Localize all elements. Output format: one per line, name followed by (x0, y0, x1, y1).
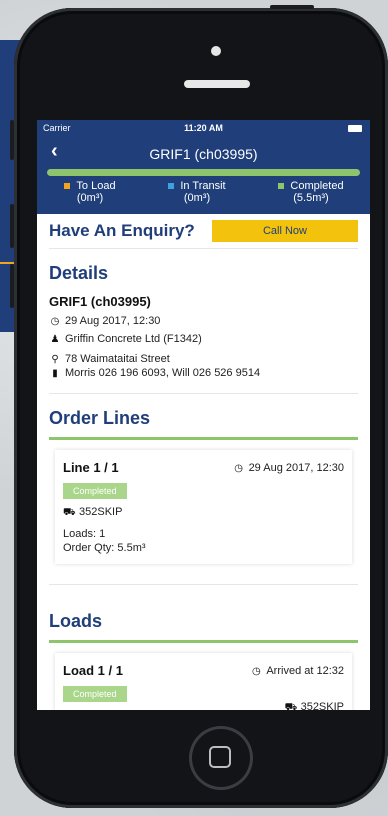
clock-icon: ◷ (251, 666, 261, 677)
volume-up-button (10, 120, 14, 160)
enquiry-title: Have An Enquiry? (49, 221, 195, 240)
load-card[interactable]: Load 1 / 1 ◷ Arrived at 12:32 Completed ⛟… (55, 653, 352, 710)
page-title: GRIF1 (ch03995) (149, 146, 258, 162)
enquiry-row: Have An Enquiry? Call Now (49, 214, 358, 249)
legend-in-transit: In Transit (0m³) (157, 180, 237, 204)
truck-icon: ⛟ (63, 507, 76, 518)
legend-to-load: To Load (0m³) (55, 180, 125, 204)
legend-completed-value: (5.5m³) (293, 192, 329, 204)
divider (49, 393, 358, 394)
volume-down-button (10, 204, 14, 248)
details-contacts: Morris 026 196 6093, Will 026 526 9514 (65, 367, 261, 379)
order-lines-title: Order Lines (49, 408, 151, 428)
clock-icon: ◷ (50, 316, 60, 327)
top-bar: Carrier 11:20 AM ‹ GRIF1 (ch03995) To Lo… (37, 120, 370, 214)
details-company: Griffin Concrete Ltd (F1342) (65, 333, 202, 345)
battery-icon (348, 125, 362, 132)
order-line-vehicle-row: ⛟ 352SKIP (63, 506, 344, 520)
load-arrived: Arrived at 12:32 (266, 665, 344, 677)
order-line-vehicle: 352SKIP (79, 506, 123, 518)
legend-in-transit-value: (0m³) (183, 192, 211, 204)
person-icon: ♟ (50, 334, 60, 345)
status-bar: Carrier 11:20 AM (37, 120, 370, 136)
home-square-icon (209, 746, 231, 768)
clock-icon: ◷ (234, 463, 243, 474)
details-company-row: ♟ Griffin Concrete Ltd (F1342) (49, 333, 358, 345)
legend-completed-label: Completed (290, 180, 344, 192)
content: Have An Enquiry? Call Now Details GRIF1 … (37, 214, 370, 710)
in-transit-swatch-icon (168, 183, 175, 190)
divider (49, 584, 358, 585)
details-title: Details (49, 263, 109, 283)
status-badge: Completed (63, 483, 127, 499)
loads-underline (49, 640, 358, 643)
completed-swatch-icon (278, 183, 285, 190)
map-pin-icon: ⚲ (51, 354, 59, 365)
details-date: 29 Aug 2017, 12:30 (65, 315, 161, 327)
order-line-date: 29 Aug 2017, 12:30 (248, 462, 344, 474)
earpiece-speaker (184, 80, 250, 88)
loads-title: Loads (49, 611, 103, 631)
call-now-button[interactable]: Call Now (212, 220, 358, 242)
mute-switch (10, 264, 14, 308)
truck-icon: ⛟ (284, 702, 298, 710)
details-name: GRIF1 (ch03995) (49, 294, 151, 309)
details-address-row: ⚲ 78 Waimataitai Street (49, 353, 358, 365)
phone-book-icon: ▮ (52, 368, 58, 379)
details-address: 78 Waimataitai Street (65, 353, 170, 365)
order-line-date-wrap: ◷ 29 Aug 2017, 12:30 (233, 462, 344, 474)
order-line-card[interactable]: Line 1 / 1 ◷ 29 Aug 2017, 12:30 Completed… (55, 450, 352, 564)
load-arrived-wrap: ◷ Arrived at 12:32 (250, 665, 344, 677)
legend-to-load-value: (0m³) (76, 192, 104, 204)
details-contact-row[interactable]: ▮ Morris 026 196 6093, Will 026 526 9514 (49, 367, 358, 379)
load-vehicle: 352SKIP (300, 701, 344, 710)
power-button (270, 5, 314, 9)
progress-bar (47, 169, 360, 176)
status-time: 11:20 AM (184, 123, 223, 133)
to-load-swatch-icon (64, 183, 71, 190)
order-lines-underline (49, 437, 358, 440)
front-camera (211, 46, 221, 56)
load-vehicle-wrap: ⛟ 352SKIP (285, 701, 344, 710)
legend-to-load-label: To Load (76, 180, 116, 192)
app-screen: Carrier 11:20 AM ‹ GRIF1 (ch03995) To Lo… (37, 120, 370, 710)
home-button[interactable] (189, 726, 253, 790)
status-badge: Completed (63, 686, 127, 702)
order-line-loads: Loads: 1 (63, 528, 106, 540)
legend-completed: Completed (5.5m³) (265, 180, 357, 204)
details-date-row: ◷ 29 Aug 2017, 12:30 (49, 315, 358, 327)
order-line-qty: Order Qty: 5.5m³ (63, 542, 146, 554)
legend-in-transit-label: In Transit (180, 180, 226, 192)
